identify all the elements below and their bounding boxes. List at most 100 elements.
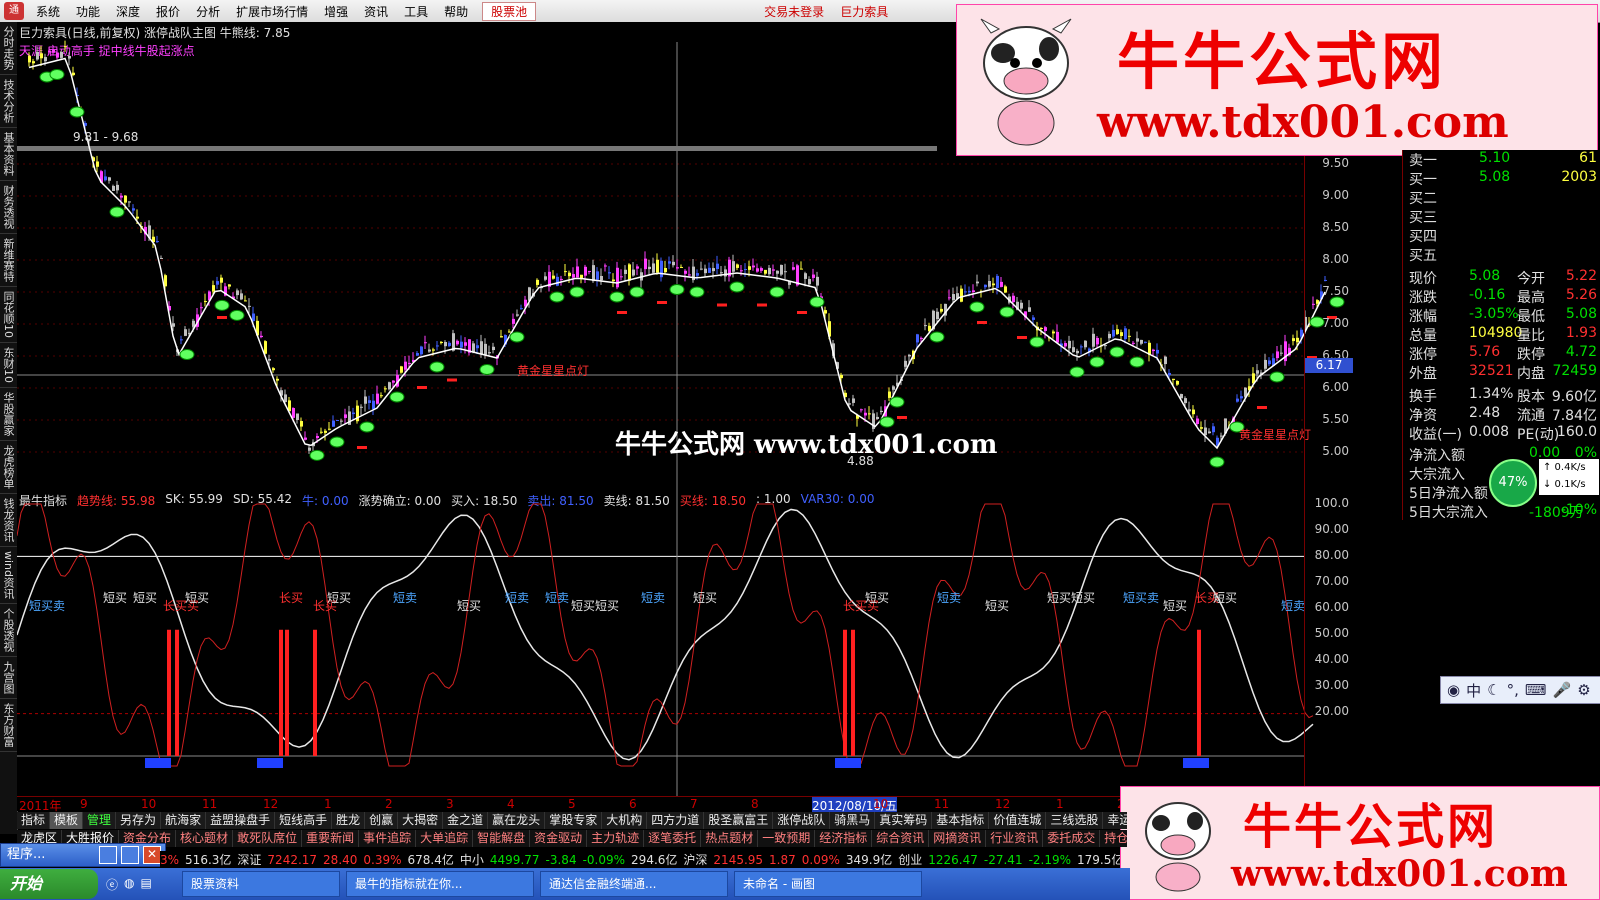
info-tab[interactable]: 委托成交 — [1043, 830, 1101, 847]
menu-item[interactable]: 系统 — [28, 3, 68, 20]
info-tab[interactable]: 敢死队席位 — [233, 830, 303, 847]
ime-mic-icon[interactable]: 🎤 — [1553, 681, 1572, 699]
stock-name-menu[interactable]: 巨力索具 — [832, 3, 896, 20]
indicator-tab[interactable]: 掌股专家 — [545, 812, 603, 829]
maximize-icon[interactable] — [121, 846, 139, 864]
ime-punct-icon[interactable]: °, — [1507, 681, 1519, 699]
indicator-tab[interactable]: 益盟操盘手 — [206, 812, 276, 829]
indicator-tab[interactable]: 赢在龙头 — [488, 812, 546, 829]
stock-pool-menu[interactable]: 股票池 — [482, 1, 537, 21]
indicator-tab[interactable]: 模板 — [50, 812, 84, 829]
quote-row: 总量 104980 量比 1.93 — [1409, 325, 1599, 344]
indicator-tab[interactable]: 短线高手 — [275, 812, 333, 829]
indicator-tab[interactable]: 胜龙 — [332, 812, 366, 829]
ime-mode-icon[interactable]: 中 — [1466, 680, 1481, 701]
left-tab[interactable]: 财务透视 — [0, 181, 17, 234]
start-button[interactable]: 开始 — [0, 869, 98, 899]
info-tab[interactable]: 持仓股份 — [1100, 830, 1127, 847]
program-window[interactable]: 程序... ✕ — [0, 843, 166, 867]
indicator-tab[interactable]: 金之道 — [443, 812, 489, 829]
info-tab[interactable]: 事件追踪 — [359, 830, 417, 847]
indicator-tab[interactable]: 价值连城 — [989, 812, 1047, 829]
left-tab[interactable]: 龙虎榜单 — [0, 441, 17, 494]
info-tab[interactable]: 智能解盘 — [473, 830, 531, 847]
info-tab[interactable]: 一致预期 — [758, 830, 816, 847]
quote-label-2: 流通 — [1517, 408, 1545, 424]
info-tab[interactable]: 逐笔委托 — [644, 830, 702, 847]
taskbar-button[interactable]: 未命名 - 画图 — [734, 871, 922, 897]
left-tab[interactable]: wind资讯 — [0, 547, 17, 605]
info-tab[interactable]: 主力轨迹 — [587, 830, 645, 847]
taskbar-button[interactable]: 最牛的指标就在你... — [346, 871, 534, 897]
indicator-tab[interactable]: 航海家 — [161, 812, 207, 829]
ime-moon-icon[interactable]: ☾ — [1487, 681, 1500, 699]
info-tab[interactable]: 综合资讯 — [872, 830, 930, 847]
indicator-panel[interactable]: 最牛指标 趋势线: 55.98 SK: 55.99 SD: 55.42 牛: 0.00… — [17, 490, 1353, 796]
left-tab[interactable]: 同花顺10 — [0, 287, 17, 343]
menu-item[interactable]: 工具 — [396, 3, 436, 20]
restore-icon[interactable] — [99, 846, 117, 864]
taskbar-button[interactable]: 通达信金融终端通... — [540, 871, 728, 897]
indicator-tab[interactable]: 基本指标 — [932, 812, 990, 829]
menu-item[interactable]: 功能 — [68, 3, 108, 20]
menu-item[interactable]: 增强 — [316, 3, 356, 20]
info-tab[interactable]: 经济指标 — [815, 830, 873, 847]
indicator-tab[interactable]: 大揭密 — [398, 812, 444, 829]
red-marker — [797, 311, 807, 314]
browser-icon[interactable]: ◍ — [124, 876, 134, 893]
indicator-tab[interactable]: 涨停战队 — [773, 812, 831, 829]
close-icon[interactable]: ✕ — [143, 846, 161, 864]
ime-logo-icon[interactable]: ◉ — [1447, 681, 1460, 699]
ime-settings-icon[interactable]: ⚙ — [1577, 681, 1590, 699]
info-tab[interactable]: 行业资讯 — [986, 830, 1044, 847]
kline-candle — [1196, 418, 1199, 424]
menu-item[interactable]: 资讯 — [356, 3, 396, 20]
trade-login-status[interactable]: 交易未登录 — [756, 3, 832, 20]
folder-icon[interactable]: ▤ — [141, 876, 152, 893]
info-tab[interactable]: 热点题材 — [701, 830, 759, 847]
info-tab[interactable]: 核心题材 — [176, 830, 234, 847]
kline-candle — [940, 308, 943, 312]
menu-item[interactable]: 分析 — [188, 3, 228, 20]
info-tab[interactable]: 大单追踪 — [416, 830, 474, 847]
left-tab[interactable]: 东财10 — [0, 343, 17, 388]
menu-item[interactable]: 报价 — [148, 3, 188, 20]
indicator-tab[interactable]: 管理 — [83, 812, 117, 829]
left-tab[interactable]: 东方财富 — [0, 699, 17, 753]
menu-item[interactable]: 帮助 — [436, 3, 476, 20]
indicator-tab[interactable]: 创赢 — [365, 812, 399, 829]
indicator-tab[interactable]: 骑黑马 — [830, 812, 876, 829]
kline-candle — [576, 266, 579, 278]
left-tab[interactable]: 华股赢家 — [0, 388, 17, 441]
kline-candle — [724, 269, 727, 277]
indicator-tab[interactable]: 股圣赢富王 — [704, 812, 774, 829]
left-tab[interactable]: 九宫图 — [0, 657, 17, 700]
info-tab[interactable]: 网摘资讯 — [929, 830, 987, 847]
menu-item[interactable]: 扩展市场行情 — [228, 3, 316, 20]
ie-icon[interactable]: ⓔ — [106, 876, 118, 893]
left-tab[interactable]: 个股透视 — [0, 604, 17, 658]
menu-item[interactable]: 深度 — [108, 3, 148, 20]
indicator-tab[interactable]: 幸运之 — [1103, 812, 1127, 829]
indicator-tab[interactable]: 大机构 — [602, 812, 648, 829]
indicator-tab[interactable]: 四方力道 — [647, 812, 705, 829]
taskbar-button[interactable]: 股票资料 — [182, 871, 340, 897]
green-signal-icon — [549, 291, 565, 303]
time-label: 9 — [80, 797, 88, 811]
info-tab[interactable]: 资金驱动 — [530, 830, 588, 847]
ime-keyboard-icon[interactable]: ⌨ — [1525, 681, 1547, 699]
info-tab[interactable]: 重要新闻 — [302, 830, 360, 847]
left-tab[interactable]: 新维赛特 — [0, 234, 17, 287]
kline-candle — [384, 388, 387, 390]
left-tab[interactable]: 技术分析 — [0, 75, 17, 128]
left-tab[interactable]: 钱龙资讯 — [0, 494, 17, 547]
indicator-tab[interactable]: 指标 — [17, 812, 51, 829]
indicator-tab[interactable]: 三线选股 — [1046, 812, 1104, 829]
left-tab[interactable]: 分时走势 — [0, 22, 17, 75]
ime-toolbar[interactable]: ◉ 中 ☾ °, ⌨ 🎤 ⚙ — [1440, 676, 1600, 704]
indicator-tab[interactable]: 另存为 — [116, 812, 162, 829]
indicator-tab[interactable]: 真实筹码 — [875, 812, 933, 829]
kline-candle — [304, 437, 307, 440]
left-tab[interactable]: 基本资料 — [0, 128, 17, 181]
green-signal-icon — [479, 364, 495, 375]
